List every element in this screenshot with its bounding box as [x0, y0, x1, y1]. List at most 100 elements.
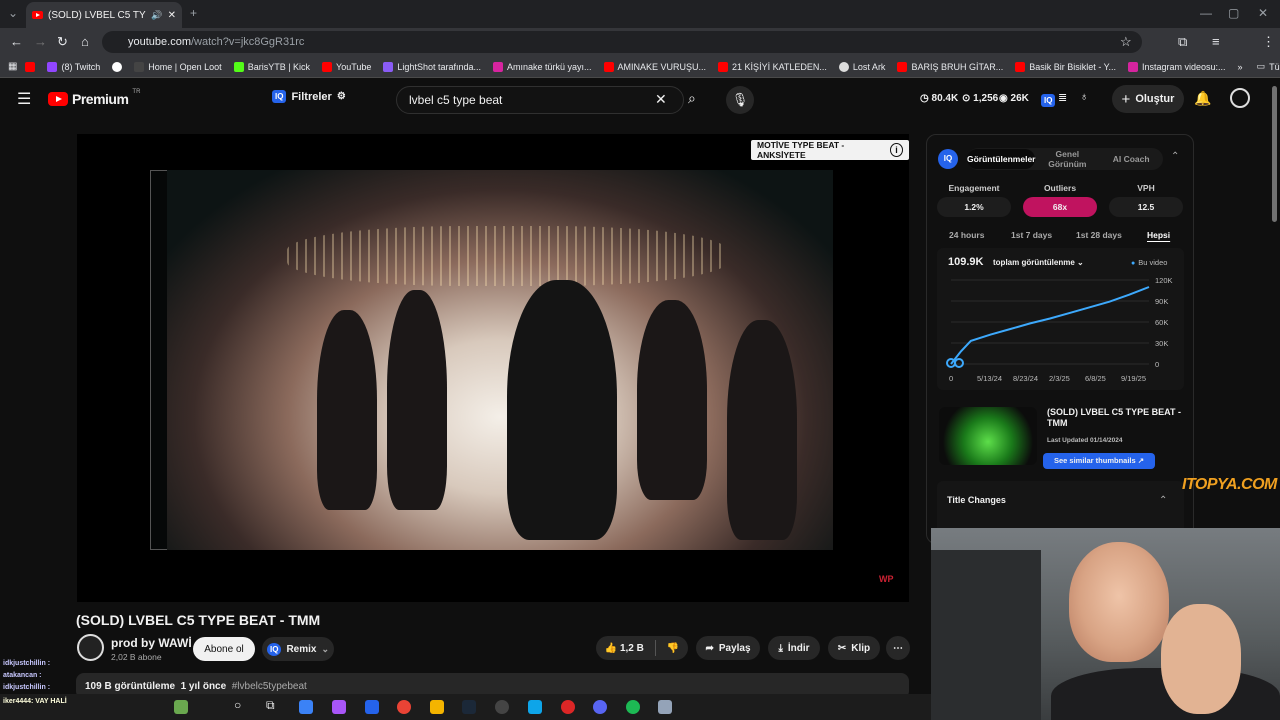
reading-list-icon[interactable]: ≡ — [1212, 34, 1220, 49]
bookmark-item[interactable]: Amınake türkü yayı... — [492, 61, 592, 72]
forward-icon[interactable]: → — [34, 34, 47, 49]
hashtag-link[interactable]: #lvbelc5typebeat — [232, 681, 307, 692]
chevron-up-icon[interactable]: ⌃ — [1159, 495, 1167, 506]
discord-icon[interactable] — [593, 700, 607, 714]
extensions-icon[interactable]: ⧉ — [1178, 34, 1187, 50]
file-explorer-icon[interactable] — [430, 700, 444, 714]
more-bookmarks-icon[interactable]: » — [1238, 62, 1243, 72]
menu-icon[interactable]: ☰ — [17, 89, 31, 109]
tab-search-icon[interactable]: ⌄ — [8, 6, 18, 20]
download-button[interactable]: ⤓ İndir — [768, 636, 820, 660]
see-similar-thumbnails-button[interactable]: See similar thumbnails ↗ — [1043, 453, 1155, 469]
bookmark-item[interactable]: AMINAKE VURUŞU... — [603, 61, 706, 72]
channel-watermark[interactable]: WP — [879, 574, 894, 584]
remix-button[interactable]: IQ Remix ⌄ — [262, 637, 334, 661]
url-path: /watch?v=jkc8GgR31rc — [190, 36, 305, 48]
more-actions-button[interactable]: ⋯ — [886, 636, 910, 660]
steam-icon[interactable] — [462, 700, 476, 714]
voice-search-icon[interactable]: 🎙 — [726, 86, 754, 114]
window-close-icon[interactable]: ✕ — [1258, 6, 1268, 20]
period-28d[interactable]: 1st 28 days — [1076, 230, 1122, 240]
period-7d[interactable]: 1st 7 days — [1011, 230, 1052, 240]
bookmark-item[interactable]: Home | Open Loot — [134, 61, 222, 72]
search-input[interactable]: lvbel c5 type beat — [409, 93, 502, 107]
create-button[interactable]: + Oluştur — [1112, 85, 1184, 113]
start-marker[interactable] — [954, 358, 964, 368]
trophy-icon[interactable]: ♁ — [1080, 91, 1088, 103]
new-tab-icon[interactable]: + — [190, 6, 197, 20]
app-icon[interactable] — [528, 700, 542, 714]
collapse-icon[interactable]: ⌃ — [1171, 151, 1179, 162]
folder-icon: ▭ — [1256, 61, 1266, 71]
store-icon[interactable] — [365, 700, 379, 714]
share-button[interactable]: ➦ Paylaş — [696, 636, 760, 660]
copilot-icon[interactable] — [332, 700, 346, 714]
bookmark-item[interactable]: Basik Bir Bisiklet - Y... — [1015, 61, 1116, 72]
game-icon[interactable] — [174, 700, 188, 714]
video-player[interactable]: MOTİVE TYPE BEAT - ANKSİYETE i WP — [77, 134, 909, 602]
bookmark-item[interactable]: LightShot tarafında... — [383, 61, 481, 72]
bookmark-item[interactable] — [112, 61, 123, 72]
channel-avatar[interactable] — [77, 634, 104, 661]
channel-name[interactable]: prod by WAWİ — [111, 636, 192, 650]
search-icon[interactable]: ⌕ — [688, 90, 696, 107]
create-label: Oluştur — [1135, 93, 1175, 105]
bookmark-item[interactable]: 21 KİŞİYİ KATLEDEN... — [718, 61, 827, 72]
search-taskbar-icon[interactable]: ○ — [234, 698, 241, 712]
home-icon[interactable]: ⌂ — [81, 34, 89, 49]
tab-title: (SOLD) LVBEL C5 TYPE BEAT — [48, 9, 146, 21]
maximize-icon[interactable]: ▢ — [1228, 6, 1239, 20]
tab-close-icon[interactable]: ✕ — [168, 10, 176, 21]
period-24h[interactable]: 24 hours — [949, 230, 984, 240]
filters-button[interactable]: IQ Filtreler ⚙ — [272, 90, 346, 103]
chrome-icon[interactable] — [561, 700, 575, 714]
bookmark-star-icon[interactable]: ☆ — [1120, 34, 1132, 50]
app-icon[interactable] — [658, 700, 672, 714]
app-icon[interactable] — [495, 700, 509, 714]
dislike-icon[interactable]: 👎 — [667, 643, 679, 654]
search-box[interactable]: lvbel c5 type beat ✕ — [396, 86, 684, 114]
bookmark-item[interactable]: (8) Twitch — [47, 61, 100, 72]
youtube-logo-icon — [48, 92, 68, 106]
minimize-icon[interactable]: — — [1200, 6, 1212, 20]
audio-icon[interactable]: 🔊 — [151, 10, 162, 21]
period-all[interactable]: Hepsi — [1147, 230, 1170, 240]
notifications-icon[interactable]: 🔔 — [1194, 90, 1211, 107]
youtube-logo[interactable]: Premium TR — [48, 89, 140, 107]
clear-search-icon[interactable]: ✕ — [655, 91, 667, 108]
app-icon[interactable] — [299, 700, 313, 714]
tab-overview[interactable]: Genel Görünüm — [1035, 144, 1099, 174]
bookmark-item[interactable]: Lost Ark — [838, 61, 885, 72]
like-button[interactable]: 👍 1,2 B — [605, 643, 644, 654]
share-icon: ➦ — [705, 642, 714, 654]
page-scrollbar[interactable] — [1272, 86, 1277, 222]
list-icon[interactable]: ≣ — [1058, 91, 1067, 104]
bookmark-item[interactable]: BARIŞ BRUH GİTAR... — [897, 61, 1003, 72]
reload-icon[interactable]: ↻ — [57, 34, 68, 50]
url-bar[interactable]: youtube.com/watch?v=jkc8GgR31rc — [102, 31, 1142, 53]
all-bookmarks[interactable]: ▭Tüm Yer İşaretleri — [1257, 61, 1280, 72]
chrome-icon[interactable] — [397, 700, 411, 714]
back-icon[interactable]: ← — [10, 34, 23, 49]
browser-menu-icon[interactable]: ⋮ — [1262, 34, 1275, 50]
clip-button[interactable]: ✂ Klip — [828, 636, 880, 660]
thumbnail-preview[interactable] — [939, 407, 1037, 465]
info-icon[interactable]: i — [889, 143, 903, 157]
vidiq-toolbar-icon[interactable]: IQ — [1041, 94, 1056, 107]
subscribe-button[interactable]: Abone ol — [193, 637, 255, 661]
playlist-overlay-button[interactable]: MOTİVE TYPE BEAT - ANKSİYETE i — [751, 140, 909, 160]
bookmark-item[interactable]: YouTube — [322, 61, 371, 72]
stat-views: ◷ 80.4K — [920, 93, 959, 104]
apps-icon[interactable]: ▦ — [8, 61, 17, 72]
browser-tab-active[interactable]: (SOLD) LVBEL C5 TYPE BEAT 🔊 ✕ — [26, 2, 182, 28]
task-view-icon[interactable]: ⧉ — [266, 698, 275, 713]
avatar[interactable] — [1230, 88, 1250, 108]
vidiq-icon: IQ — [272, 90, 287, 103]
tab-ai-coach[interactable]: AI Coach — [1099, 149, 1163, 169]
bookmark-item[interactable]: Instagram videosu:... — [1128, 61, 1226, 72]
spotify-icon[interactable] — [626, 700, 640, 714]
tab-views[interactable]: Görüntülenmeler — [967, 149, 1036, 169]
bookmark-item[interactable] — [25, 61, 36, 72]
views-dropdown[interactable]: toplam görüntülenme ⌄ — [993, 258, 1084, 267]
bookmark-item[interactable]: BarisYTB | Kick — [233, 61, 310, 72]
